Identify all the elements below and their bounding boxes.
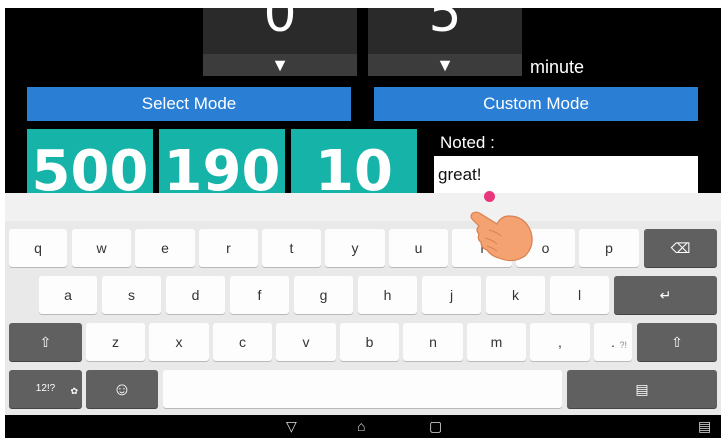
key-label: y	[351, 240, 359, 256]
key-r[interactable]: r	[199, 229, 258, 267]
counter-box-2[interactable]: 190	[159, 129, 285, 195]
key-label: q	[34, 240, 42, 256]
custom-mode-button[interactable]: Custom Mode	[374, 87, 698, 121]
down-arrow-icon: ▼	[436, 55, 454, 75]
key-h[interactable]: h	[358, 276, 417, 314]
shift-key-left[interactable]: ⇧	[9, 323, 82, 361]
back-icon[interactable]: ▽	[286, 415, 297, 438]
key-label: r	[226, 240, 231, 256]
key-a[interactable]: a	[39, 276, 97, 314]
backspace-key[interactable]: ⌫	[644, 229, 717, 267]
key-label: d	[191, 287, 200, 303]
key-l[interactable]: l	[550, 276, 609, 314]
noted-label: Noted :	[440, 133, 495, 152]
key-label: v	[302, 334, 310, 350]
shift-icon: ⇧	[39, 334, 52, 350]
hour-picker[interactable]: 0	[203, 8, 357, 54]
space-key[interactable]	[163, 370, 562, 408]
key-label: l	[577, 287, 582, 303]
key-label: w	[96, 240, 107, 256]
note-input[interactable]	[434, 156, 698, 193]
key-z[interactable]: z	[86, 323, 145, 361]
hide-keyboard-key[interactable]: ▤	[567, 370, 717, 408]
key-u[interactable]: u	[389, 229, 448, 267]
key-label: a	[64, 287, 72, 303]
key-p[interactable]: p	[579, 229, 639, 267]
shift-icon: ⇧	[671, 334, 683, 350]
key-m[interactable]: m	[467, 323, 526, 361]
settings-icon: ✿	[70, 386, 78, 396]
minute-picker[interactable]: 5	[368, 8, 522, 54]
system-nav-bar: ▽ ⌂ ▢ ▤	[5, 415, 721, 438]
key-j[interactable]: j	[422, 276, 481, 314]
key-comma[interactable]: ,	[530, 323, 590, 361]
symbols-key[interactable]: 12!? ✿	[9, 370, 82, 408]
key-label: u	[414, 240, 423, 256]
key-n[interactable]: n	[403, 323, 463, 361]
counter-box-3[interactable]: 10	[291, 129, 417, 195]
key-y[interactable]: y	[325, 229, 385, 267]
hour-value: 0	[263, 8, 297, 44]
enter-icon: ↵	[659, 287, 672, 303]
key-b[interactable]: b	[340, 323, 399, 361]
keyboard-icon: ▤	[635, 381, 649, 397]
key-label: n	[429, 334, 437, 350]
key-label: t	[289, 240, 294, 256]
soft-keyboard: q w e r t y u i o p ⌫ a s d f g h j k l …	[5, 193, 721, 415]
emoji-icon: ☺	[112, 379, 132, 399]
period-hint: ?!	[619, 340, 627, 350]
home-icon[interactable]: ⌂	[357, 415, 365, 438]
key-t[interactable]: t	[262, 229, 321, 267]
key-label: m	[490, 334, 503, 350]
hour-down-button[interactable]: ▼	[203, 54, 357, 76]
minute-value: 5	[428, 8, 462, 44]
emoji-key[interactable]: ☺	[86, 370, 158, 408]
key-x[interactable]: x	[149, 323, 209, 361]
key-label: b	[365, 334, 374, 350]
key-k[interactable]: k	[486, 276, 545, 314]
app-screen: 0 ▼ 5 ▼ minute Select Mode Custom Mode 5…	[5, 8, 721, 438]
recents-icon[interactable]: ▢	[429, 415, 442, 438]
key-period[interactable]: . ?!	[594, 323, 632, 361]
minute-down-button[interactable]: ▼	[368, 54, 522, 76]
key-label: z	[112, 334, 119, 350]
key-label: s	[128, 287, 135, 303]
key-v[interactable]: v	[276, 323, 336, 361]
key-label: k	[512, 287, 519, 303]
key-label: e	[161, 240, 169, 256]
key-g[interactable]: g	[294, 276, 353, 314]
key-label: p	[605, 240, 613, 256]
key-s[interactable]: s	[102, 276, 161, 314]
key-label: ,	[558, 334, 562, 350]
key-c[interactable]: c	[213, 323, 272, 361]
key-d[interactable]: d	[166, 276, 225, 314]
down-arrow-icon: ▼	[271, 55, 289, 75]
key-label: c	[239, 334, 246, 350]
minute-unit-label: minute	[530, 57, 585, 77]
text-cursor-handle[interactable]	[484, 191, 495, 202]
keyboard-switch-icon[interactable]: ▤	[698, 415, 711, 438]
key-f[interactable]: f	[230, 276, 289, 314]
counter-box-1[interactable]: 500	[27, 129, 153, 195]
keyboard-suggestion-strip	[5, 193, 721, 221]
backspace-icon: ⌫	[670, 240, 691, 256]
key-q[interactable]: q	[9, 229, 67, 267]
enter-key[interactable]: ↵	[614, 276, 717, 314]
key-label: j	[449, 287, 454, 303]
key-w[interactable]: w	[72, 229, 131, 267]
key-label: f	[257, 287, 262, 303]
hand-pointer-icon	[470, 211, 533, 262]
shift-key-right[interactable]: ⇧	[637, 323, 717, 361]
key-label: h	[383, 287, 392, 303]
key-e[interactable]: e	[135, 229, 195, 267]
select-mode-button[interactable]: Select Mode	[27, 87, 351, 121]
key-label: x	[175, 334, 183, 350]
key-label: g	[319, 287, 328, 303]
